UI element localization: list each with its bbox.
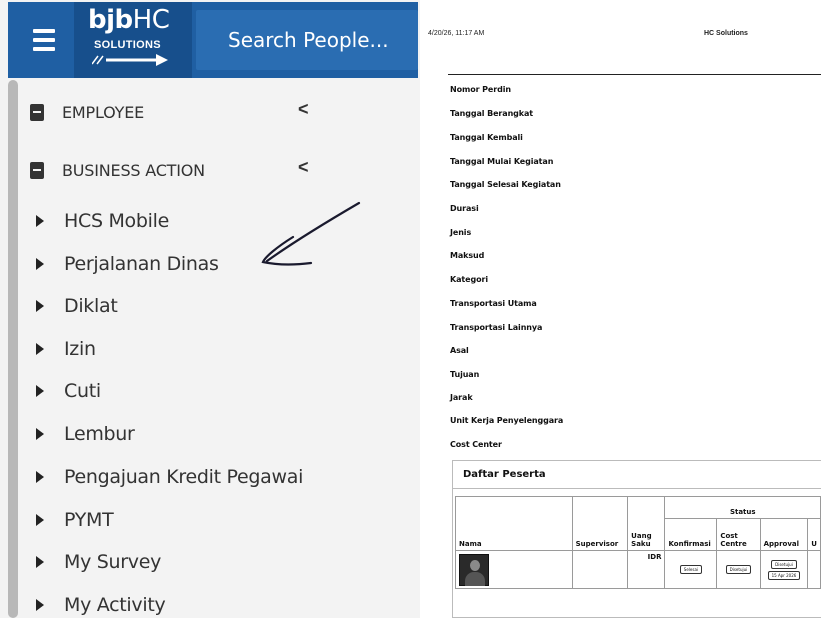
col-approval: Approval [759, 518, 809, 551]
sidebar-section-label: EMPLOYEE [62, 102, 145, 122]
sidebar-item-perjalanan-dinas[interactable]: Perjalanan Dinas [30, 249, 219, 279]
logo-hc-text: HC [132, 5, 170, 35]
field-label: Tanggal Berangkat [450, 109, 534, 118]
caret-right-icon [36, 471, 44, 483]
status-chip-approval: Disetujui [771, 559, 797, 569]
sidebar-item-lembur[interactable]: Lembur [30, 419, 135, 449]
sidebar-item-izin[interactable]: Izin [30, 334, 96, 364]
col-supervisor: Supervisor [571, 496, 629, 551]
peserta-table: Nama Supervisor Uang Saku Status Konfirm… [455, 496, 821, 589]
col-status-group: Status [664, 496, 821, 519]
sidebar-item-hcs-mobile[interactable]: HCS Mobile [30, 206, 169, 236]
caret-right-icon [36, 215, 44, 227]
cell-konfirmasi: Selesai [664, 550, 718, 589]
sidebar-item-label: Lembur [64, 423, 135, 445]
sidebar-scrollbar[interactable] [8, 80, 18, 618]
cell-supervisor [571, 550, 629, 589]
sidebar-item-label: Perjalanan Dinas [64, 253, 219, 275]
folder-icon [30, 103, 44, 121]
sidebar-item-label: My Survey [64, 551, 162, 573]
caret-right-icon [36, 599, 44, 611]
bjb-hc-solutions-logo[interactable]: bjbHC SOLUTIONS [74, 2, 192, 78]
field-label: Tanggal Mulai Kegiatan [450, 157, 554, 166]
field-label: Tujuan [450, 370, 480, 379]
sidebar-item-label: Diklat [64, 295, 118, 317]
sidebar-section-employee[interactable]: EMPLOYEE < [26, 97, 309, 127]
sidebar-section-business-action[interactable]: BUSINESS ACTION < [26, 155, 309, 185]
participant-photo [459, 553, 489, 586]
print-datetime: 4/20/26, 11:17 AM [428, 30, 485, 37]
app-screenshot-panel: bjbHC SOLUTIONS Search People... EMPLOYE… [0, 0, 420, 618]
table-header-row: Nama Supervisor Uang Saku Status [455, 496, 821, 551]
caret-right-icon [36, 385, 44, 397]
cell-nama [455, 550, 573, 589]
field-label: Transportasi Utama [450, 299, 537, 308]
sidebar-item-label: HCS Mobile [64, 210, 169, 232]
sidebar-item-label: My Activity [64, 594, 166, 616]
logo-brand-text: bjb [88, 5, 133, 35]
col-extra: U [807, 518, 821, 551]
approval-chip-stack: Disetujui 15 Apr 2026 [767, 559, 801, 580]
card-title: Daftar Peserta [463, 469, 546, 480]
logo-subtitle: SOLUTIONS [94, 39, 161, 51]
chevron-left-icon: < [298, 157, 309, 177]
field-label: Cost Center [450, 440, 502, 449]
col-nama: Nama [455, 496, 573, 551]
cell-uang-saku: IDR [627, 550, 666, 589]
field-label: Jarak [450, 393, 473, 402]
col-konfirmasi: Konfirmasi [664, 518, 718, 551]
hand-drawn-arrow-annotation [261, 201, 361, 266]
cell-cost-centre: Disetujui [716, 550, 761, 589]
sidebar-item-label: Izin [64, 338, 96, 360]
field-label: Nomor Perdin [450, 85, 511, 94]
field-label: Tanggal Kembali [450, 133, 523, 142]
sidebar-item-my-survey[interactable]: My Survey [30, 547, 161, 577]
status-chip-konfirmasi: Selesai [679, 565, 702, 574]
sidebar-item-label: Pengajuan Kredit Pegawai [64, 466, 304, 488]
table-row: IDR Selesai Disetujui Disetujui 15 Apr 2… [455, 550, 821, 589]
field-label: Jenis [450, 228, 472, 237]
field-label: Unit Kerja Penyelenggara [450, 416, 564, 425]
sidebar-item-diklat[interactable]: Diklat [30, 291, 118, 321]
search-people-box[interactable]: Search People... [196, 10, 418, 70]
field-label: Transportasi Lainnya [450, 323, 543, 332]
sidebar-item-cuti[interactable]: Cuti [30, 376, 101, 406]
field-label: Maksud [450, 251, 485, 260]
approval-date-chip: 15 Apr 2026 [767, 570, 801, 580]
sidebar-item-label: PYMT [64, 509, 114, 531]
top-bar: bjbHC SOLUTIONS Search People... [8, 2, 418, 78]
card-divider [453, 488, 821, 489]
caret-right-icon [36, 300, 44, 312]
sidebar-item-pymt[interactable]: PYMT [30, 505, 114, 535]
header-divider [448, 74, 821, 75]
caret-right-icon [36, 428, 44, 440]
sidebar-item-my-activity[interactable]: My Activity [30, 590, 166, 618]
cell-approval: Disetujui 15 Apr 2026 [759, 550, 809, 589]
hamburger-menu-icon[interactable] [14, 2, 74, 78]
folder-icon [30, 161, 44, 179]
field-label: Kategori [450, 275, 488, 284]
field-label: Asal [450, 346, 469, 355]
col-uang-saku: Uang Saku [627, 496, 666, 551]
chevron-left-icon: < [298, 99, 309, 119]
document-title: HC Solutions [704, 30, 748, 37]
caret-right-icon [36, 556, 44, 568]
field-label: Durasi [450, 204, 479, 213]
cell-extra [807, 550, 821, 589]
sidebar-section-label: BUSINESS ACTION [62, 160, 205, 180]
caret-right-icon [36, 343, 44, 355]
sidebar-item-pengajuan-kredit-pegawai[interactable]: Pengajuan Kredit Pegawai [30, 462, 303, 492]
search-placeholder: Search People... [228, 28, 389, 52]
logo-arrow-icon [92, 54, 168, 66]
daftar-peserta-card: Daftar Peserta Nama Supervisor Uang Saku… [452, 460, 821, 618]
caret-right-icon [36, 514, 44, 526]
col-cost-centre: Cost Centre [716, 518, 761, 551]
printed-document-panel: 4/20/26, 11:17 AM HC Solutions Nomor Per… [420, 0, 821, 618]
field-label: Tanggal Selesai Kegiatan [450, 180, 561, 189]
caret-right-icon [36, 258, 44, 270]
status-chip-cost-centre: Disetujui [725, 565, 752, 574]
sidebar-item-label: Cuti [64, 380, 101, 402]
